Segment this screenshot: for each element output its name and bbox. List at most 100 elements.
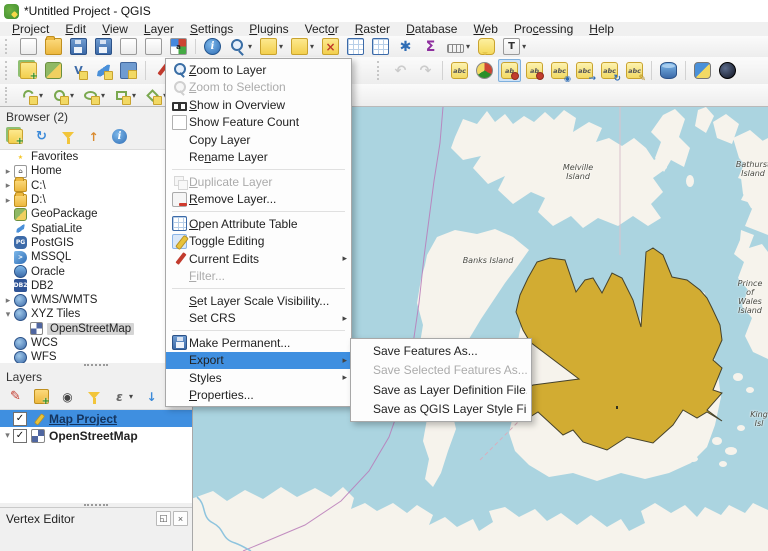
context-menu-item-toggle-editing[interactable]: Toggle Editing [166, 233, 351, 251]
context-menu-item-make-permanent-[interactable]: Make Permanent... [166, 334, 351, 352]
properties-widget-button[interactable]: i [109, 126, 130, 147]
move-label-button[interactable]: abc [573, 59, 596, 82]
dropdown-arrow-icon[interactable]: ▾ [132, 91, 136, 100]
browser-item-spatialite[interactable]: SpatiaLite [0, 221, 192, 235]
tree-expander-icon[interactable]: ▾ [2, 430, 13, 441]
manage-map-themes-button[interactable]: ◉ [57, 386, 78, 407]
context-menu-item-current-edits[interactable]: Current Edits▸ [166, 250, 351, 268]
layer-visibility-checkbox[interactable]: ✓ [13, 412, 27, 426]
dropdown-arrow-icon[interactable]: ▾ [129, 392, 133, 401]
style-manager-button[interactable]: a [167, 35, 190, 58]
browser-item-favorites[interactable]: ★Favorites [0, 150, 192, 164]
show-hide-labels-button[interactable]: abc [548, 59, 571, 82]
select-by-form-button[interactable]: ▾ [288, 35, 317, 58]
context-menu-item-copy-layer[interactable]: Copy Layer [166, 131, 351, 149]
menubar-item-web[interactable]: Web [465, 22, 505, 36]
rotate-label-button[interactable]: abc [598, 59, 621, 82]
menubar-item-processing[interactable]: Processing [506, 22, 581, 36]
export-submenu-item-save-as-layer-definition-file-[interactable]: Save as Layer Definition File... [351, 380, 531, 400]
browser-item-db2[interactable]: DB2DB2 [0, 279, 192, 293]
context-menu-item-properties-[interactable]: Properties... [166, 387, 351, 405]
measure-button[interactable]: ▾ [444, 37, 473, 56]
context-menu-item-open-attribute-table[interactable]: Open Attribute Table [166, 215, 351, 233]
field-calculator-button[interactable] [369, 35, 392, 58]
context-menu-item-duplicate-layer[interactable]: Duplicate Layer [166, 173, 351, 191]
filter-browser-button[interactable] [57, 126, 78, 147]
menubar-item-help[interactable]: Help [581, 22, 622, 36]
undock-panel-icon[interactable]: ◱ [156, 511, 171, 526]
pin-labels-button[interactable]: ab [498, 59, 521, 82]
menubar-item-view[interactable]: View [94, 22, 136, 36]
layer-labeling-options-button[interactable]: abc [448, 59, 471, 82]
toolbar-grip[interactable] [5, 39, 13, 54]
new-virtual-layer-button[interactable] [117, 59, 140, 82]
highlight-pinned-labels-button[interactable]: ab [523, 59, 546, 82]
toolbar-grip[interactable] [377, 61, 385, 80]
tree-expander-icon[interactable]: ▾ [2, 309, 14, 320]
dropdown-arrow-icon[interactable]: ▾ [70, 91, 74, 100]
layer-visibility-checkbox[interactable]: ✓ [13, 429, 27, 443]
dropdown-arrow-icon[interactable]: ▾ [522, 42, 526, 51]
dropdown-arrow-icon[interactable]: ▾ [248, 42, 252, 51]
toolbar-grip[interactable] [5, 61, 13, 80]
dropdown-arrow-icon[interactable]: ▾ [279, 42, 283, 51]
filter-by-expression-button[interactable]: ε▾ [109, 386, 136, 407]
python-console-button[interactable] [691, 59, 714, 82]
menubar-item-settings[interactable]: Settings [182, 22, 241, 36]
browser-item-c-[interactable]: ▸C:\ [0, 179, 192, 193]
add-selected-layers-button[interactable] [5, 126, 26, 147]
undo-button[interactable]: ↶ [389, 59, 412, 82]
toolbar-grip[interactable] [5, 87, 13, 102]
dropdown-arrow-icon[interactable]: ▾ [101, 91, 105, 100]
context-menu-item-show-feature-count[interactable]: Show Feature Count [166, 114, 351, 132]
dropdown-arrow-icon[interactable]: ▾ [39, 91, 43, 100]
dropdown-arrow-icon[interactable]: ▾ [466, 42, 470, 51]
refresh-button[interactable]: ↻ [31, 126, 52, 147]
deselect-features-button[interactable] [319, 35, 342, 58]
context-menu-item-remove-layer-[interactable]: Remove Layer... [166, 191, 351, 209]
layer-item-map-project[interactable]: ✓Map Project [0, 410, 192, 427]
layer-item-openstreetmap[interactable]: ▾✓OpenStreetMap [0, 427, 192, 444]
browser-item-d-[interactable]: ▸D:\ [0, 193, 192, 207]
metasearch-button[interactable] [716, 59, 739, 82]
tree-expander-icon[interactable]: ▸ [2, 180, 14, 191]
export-submenu-item-save-selected-features-as-[interactable]: Save Selected Features As... [351, 361, 531, 381]
new-spatialite-layer-button[interactable] [92, 59, 115, 82]
dropdown-arrow-icon[interactable]: ▾ [310, 42, 314, 51]
ellipse-tool-button[interactable]: ▾ [79, 84, 108, 107]
open-layer-styling-button[interactable]: ✎ [5, 386, 26, 407]
browser-item-xyz-tiles[interactable]: ▾XYZ Tiles [0, 307, 192, 321]
context-menu-item-export[interactable]: Export▸ [166, 352, 351, 370]
menubar-item-layer[interactable]: Layer [136, 22, 182, 36]
context-menu-item-zoom-to-selection[interactable]: Zoom to Selection [166, 79, 351, 97]
browser-item-geopackage[interactable]: GeoPackage [0, 207, 192, 221]
browser-item-wcs[interactable]: WCS [0, 336, 192, 350]
browser-item-mssql[interactable]: >MSSQL [0, 250, 192, 264]
open-attribute-table-button[interactable] [344, 35, 367, 58]
context-menu-item-styles[interactable]: Styles▸ [166, 369, 351, 387]
context-menu-item-show-in-overview[interactable]: Show in Overview [166, 96, 351, 114]
new-project-button[interactable] [17, 35, 40, 58]
show-layout-manager-button[interactable] [142, 35, 165, 58]
browser-item-wfs[interactable]: WFS [0, 350, 192, 363]
processing-toolbox-button[interactable]: ✱ [394, 35, 417, 58]
context-menu-item-filter-[interactable]: Filter... [166, 268, 351, 286]
filter-legend-button[interactable] [83, 386, 104, 407]
export-submenu-item-save-as-qgis-layer-style-file-[interactable]: Save as QGIS Layer Style File... [351, 400, 531, 420]
context-menu-item-zoom-to-layer[interactable]: Zoom to Layer [166, 61, 351, 79]
redo-button[interactable]: ↷ [414, 59, 437, 82]
tree-expander-icon[interactable]: ▸ [2, 195, 14, 206]
circular-string-tool-button[interactable]: ▾ [17, 84, 46, 107]
context-menu-item-set-crs[interactable]: Set CRS▸ [166, 310, 351, 328]
circle-tool-button[interactable]: ▾ [48, 84, 77, 107]
context-menu-item-rename-layer[interactable]: Rename Layer [166, 149, 351, 167]
map-tips-button[interactable] [475, 35, 498, 58]
context-menu-item-set-layer-scale-visibility-[interactable]: Set Layer Scale Visibility... [166, 292, 351, 310]
save-project-as-button[interactable] [92, 35, 115, 58]
add-group-button[interactable] [31, 386, 52, 407]
browser-item-postgis[interactable]: PGPostGIS [0, 236, 192, 250]
menubar-item-raster[interactable]: Raster [347, 22, 398, 36]
db-manager-button[interactable] [657, 59, 680, 82]
browser-item-oracle[interactable]: Oracle [0, 264, 192, 278]
new-geopackage-layer-button[interactable] [42, 59, 65, 82]
